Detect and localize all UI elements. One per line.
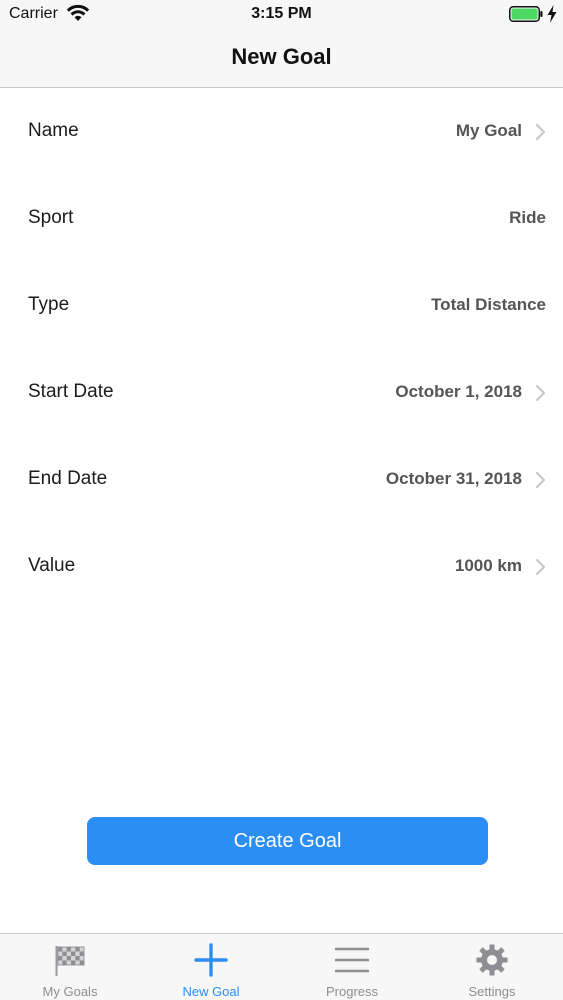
page-title: New Goal	[231, 44, 332, 69]
tab-new-goal[interactable]: New Goal	[141, 934, 281, 1000]
row-value: October 1, 2018	[395, 382, 522, 401]
row-label: Start Date	[28, 381, 114, 402]
tab-label: Settings	[468, 984, 516, 999]
row-start-date[interactable]: Start Date October 1, 2018	[0, 349, 563, 436]
row-value: 1000 km	[454, 556, 522, 575]
tab-settings[interactable]: Settings	[422, 934, 562, 1000]
row-label: Value	[28, 555, 76, 576]
row-type: Type Total Distance	[0, 262, 563, 349]
goal-form: Name My Goal Sport Ride Type Total Dista…	[0, 88, 563, 610]
tab-label: Progress	[325, 984, 379, 999]
chevron-right-icon	[535, 384, 546, 402]
tab-progress[interactable]: Progress	[282, 934, 422, 1000]
tab-my-goals[interactable]: My Goals	[0, 934, 140, 1000]
row-value: October 31, 2018	[385, 469, 522, 488]
row-sport: Sport Ride	[0, 175, 563, 262]
row-label: Name	[28, 120, 79, 141]
tab-bar: My Goals New Goal Progress Settings	[0, 933, 563, 1000]
battery-icon	[509, 6, 543, 22]
charging-bolt-icon	[547, 5, 557, 23]
row-value: Ride	[509, 208, 546, 227]
row-label: Type	[28, 294, 70, 315]
list-icon	[335, 947, 369, 973]
tab-label: New Goal	[182, 984, 240, 999]
chevron-right-icon	[535, 558, 546, 576]
row-end-date[interactable]: End Date October 31, 2018	[0, 436, 563, 523]
gear-icon	[476, 944, 508, 976]
status-bar: Carrier 3:15 PM	[0, 0, 563, 30]
chevron-right-icon	[535, 471, 546, 489]
status-time: 3:15 PM	[251, 5, 312, 22]
plus-icon	[194, 943, 228, 977]
navigation-bar: New Goal	[0, 30, 563, 88]
row-label: End Date	[28, 468, 108, 489]
row-value-target[interactable]: Value 1000 km	[0, 523, 563, 610]
tab-label: My Goals	[42, 984, 98, 999]
row-value: My Goal	[455, 121, 522, 140]
create-goal-button[interactable]: Create Goal	[87, 817, 488, 865]
checkered-flag-icon	[55, 946, 85, 976]
chevron-right-icon	[535, 123, 546, 141]
row-name[interactable]: Name My Goal	[0, 88, 563, 175]
row-label: Sport	[28, 207, 74, 228]
row-value: Total Distance	[431, 295, 546, 314]
